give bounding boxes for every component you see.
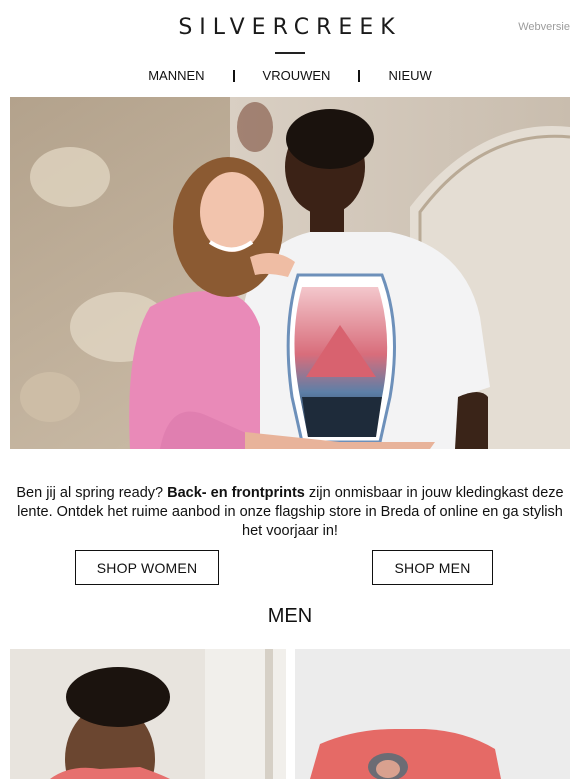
brand-logo[interactable]: SILVERCREEK [0,15,580,40]
intro-text-bold: Back- en frontprints [167,484,305,501]
hero-image[interactable] [10,97,570,449]
product-image-men-shirt[interactable] [295,649,570,779]
intro-text: Ben jij al spring ready? Back- en frontp… [12,484,568,541]
nav-item-vrouwen[interactable]: VROUWEN [263,68,331,83]
product-image-men-model[interactable] [10,649,286,779]
product-photo [295,649,570,779]
intro-text-part1: Ben jij al spring ready? [16,484,168,501]
nav-separator [358,69,361,82]
nav-item-mannen[interactable]: MANNEN [148,68,204,83]
main-nav: MANNEN VROUWEN NIEUW [0,68,580,83]
nav-item-nieuw[interactable]: NIEUW [388,68,431,83]
section-title: MEN [267,605,313,627]
shop-women-button[interactable]: SHOP WOMEN [75,550,219,585]
product-photo [10,649,286,779]
hero-photo [10,97,570,449]
logo-divider [275,52,305,54]
shop-men-button[interactable]: SHOP MEN [372,550,493,585]
nav-separator [232,69,235,82]
